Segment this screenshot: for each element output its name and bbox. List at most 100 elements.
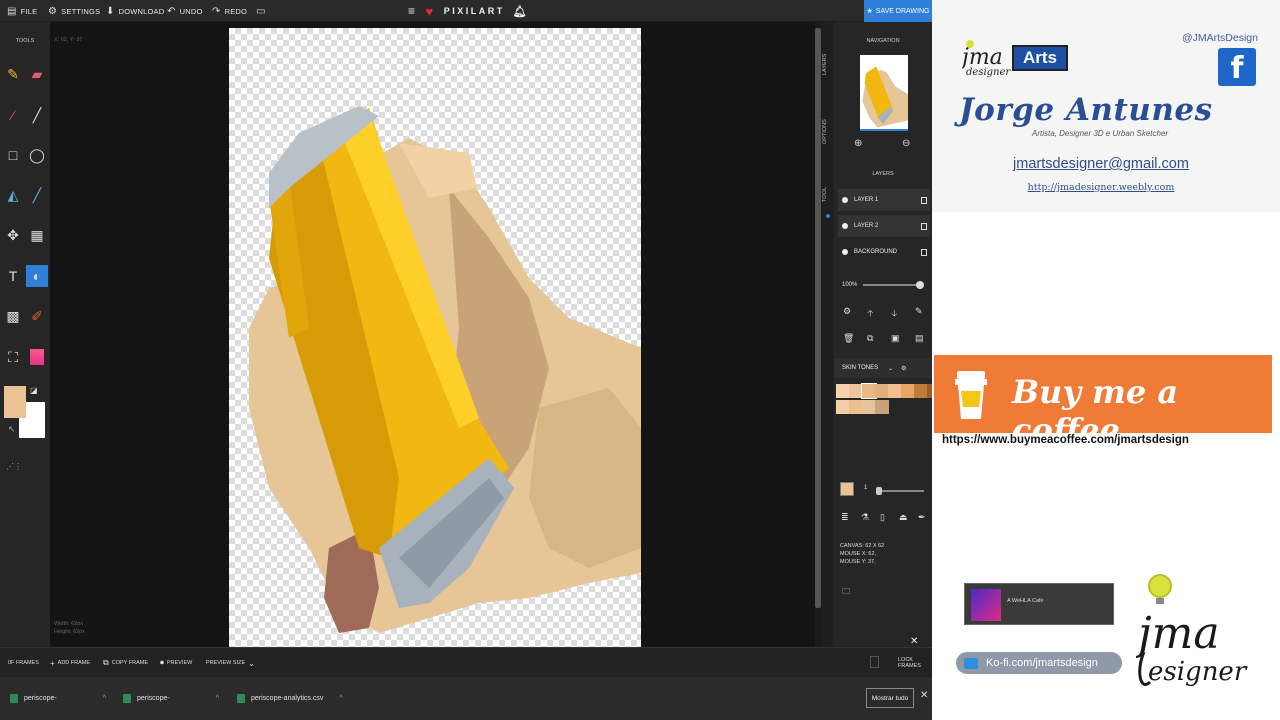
visibility-icon[interactable] [842,249,848,255]
close-icon[interactable]: ✕ [910,636,918,647]
eraser-icon[interactable]: ▰ [26,63,48,85]
visibility-icon[interactable] [842,223,848,229]
palette-swatch[interactable] [849,400,863,414]
navigation-thumbnail[interactable] [860,55,908,131]
lock-icon[interactable] [921,196,927,204]
svg-text:jma: jma [1136,608,1220,659]
line-icon[interactable]: ╱ [26,104,48,126]
palette-swatch[interactable] [875,384,889,398]
chevron-up-icon[interactable]: ^ [339,695,342,702]
opacity-knob[interactable] [916,281,925,289]
settings-menu[interactable]: ⚙ SETTINGS [48,0,100,22]
document-icon[interactable]: ▯ [880,512,885,523]
save-drawing-button[interactable]: ★ SAVE DRAWING [864,0,932,22]
ellipse-icon[interactable]: ◯ [26,144,48,166]
zoom-out-icon[interactable]: ⊖ [902,138,910,149]
pencil-icon[interactable]: ✎ [2,63,24,85]
lock-frames-checkbox[interactable] [870,656,879,668]
download-menu[interactable]: ⬇ DOWNLOAD [106,0,164,22]
preview-button[interactable]: ⏺ PREVIEW [160,648,192,678]
more-tools-icon[interactable]: ⋰⋮ [6,462,22,471]
zoom-in-icon[interactable]: ⊕ [854,138,862,149]
move-layer-up-icon[interactable]: 🡡 [867,306,873,322]
layer-row[interactable]: BACKGROUND [838,241,930,263]
brush-size-knob[interactable] [876,487,882,495]
swap-colors-icon[interactable]: ◪ [30,386,38,395]
redo-button[interactable]: ↷ REDO [212,0,247,22]
rename-layer-icon[interactable]: ✎ [915,306,923,317]
grid-toggle-icon[interactable] [842,588,850,594]
bucket-icon[interactable]: ◭ [2,184,24,206]
duplicate-layer-icon[interactable]: ⧉ [867,333,873,344]
selection-icon[interactable]: ▦ [26,224,48,246]
visibility-icon[interactable] [842,197,848,203]
add-frame-button[interactable]: + ADD FRAME [50,648,90,678]
stamp-icon[interactable]: ⏏ [899,512,908,523]
palette-swatch[interactable] [862,400,876,414]
close-icon[interactable]: ✕ [920,690,928,701]
palette-selector[interactable]: SKIN TONES ⌄ ⚙ [834,358,932,378]
lock-icon[interactable] [921,222,927,230]
crop-icon[interactable]: ⛶ [2,346,24,368]
layer-settings-icon[interactable]: ⚙ [843,306,851,317]
brush-icon[interactable]: ⁄ [2,104,24,126]
text-icon[interactable]: T [2,265,24,287]
opacity-slider[interactable] [863,281,925,289]
palette-swatch[interactable] [875,400,889,414]
vertical-scrollbar[interactable] [815,28,821,608]
lock-icon[interactable] [921,248,927,256]
current-color[interactable] [840,482,854,496]
download-item[interactable]: periscope-analytics.csv ^ [237,677,343,720]
palette-swatch[interactable] [849,384,863,398]
download-item[interactable]: periscope- ^ [10,677,106,720]
rectangle-icon[interactable]: □ [2,144,24,166]
drawing-canvas[interactable] [229,28,641,647]
reset-colors-icon[interactable]: ↖ [8,424,16,435]
palette-swatch[interactable] [836,384,850,398]
move-layer-down-icon[interactable]: 🡣 [891,306,897,322]
chevron-up-icon[interactable]: ^ [216,695,219,702]
palette-swatch[interactable] [861,383,877,399]
dither-icon[interactable]: ▩ [2,305,24,327]
chevron-up-icon[interactable]: ^ [103,695,106,702]
merge-layer-icon[interactable]: ▣ [891,333,900,344]
buy-me-a-coffee-banner[interactable]: Buy me a coffee [934,355,1272,449]
tab-layers[interactable]: LAYERS [822,46,834,82]
gradient-icon[interactable] [26,346,48,368]
download-item[interactable]: periscope- ^ [123,677,219,720]
dropper-icon[interactable]: ╱ [26,184,48,206]
dropper-icon[interactable]: ✒ [918,512,926,523]
tab-options[interactable]: OPTIONS [822,112,834,152]
lighten-icon[interactable]: ◐ [26,265,48,287]
email-link[interactable]: jmartsdesigner@gmail.com [932,156,1270,172]
move-icon[interactable]: ✥ [2,224,24,246]
menu-icon[interactable]: ≣ [841,512,849,523]
kofi-link[interactable]: Ko-fi.com/jmartsdesign [956,652,1122,674]
preview-size-select[interactable]: PREVIEW SIZE ⌄ [206,648,255,678]
hamburger-menu-icon[interactable]: ≡ [408,4,418,18]
tab-tool[interactable]: TOOL [822,182,834,208]
delete-layer-icon[interactable]: 🗑︎ [843,333,854,344]
device-button[interactable]: ▭ [256,0,266,22]
copy-frame-button[interactable]: ⧉ COPY FRAME [103,648,148,678]
color-pick-icon[interactable]: ✐ [26,305,48,327]
layer-row[interactable]: LAYER 1 [838,189,930,211]
coffee-url[interactable]: https://www.buymeacoffee.com/jmartsdesig… [942,434,1272,446]
file-menu[interactable]: ▤ FILE [7,0,37,22]
palette-swatch[interactable] [836,400,850,414]
palette-swatch[interactable] [901,384,915,398]
palette-swatch[interactable] [888,384,902,398]
show-all-button[interactable]: Mostrar tudo [866,688,914,708]
bell-icon[interactable]: 🔔︎ [513,5,529,18]
flask-icon[interactable]: ⚗ [861,512,869,523]
palette-settings-icon[interactable]: ⚙ [901,365,906,372]
palette-swatch[interactable] [914,384,928,398]
undo-button[interactable]: ↶ UNDO [167,0,202,22]
add-layer-icon[interactable]: ▤ [915,333,924,344]
chevron-down-icon: ⌄ [888,365,894,372]
primary-color[interactable] [4,386,26,418]
facebook-icon[interactable]: f [1218,48,1256,86]
layer-row[interactable]: LAYER 2 [838,215,930,237]
brush-size-slider[interactable] [876,490,924,492]
website-link[interactable]: http://jmadesigner.weebly.com [932,182,1270,193]
